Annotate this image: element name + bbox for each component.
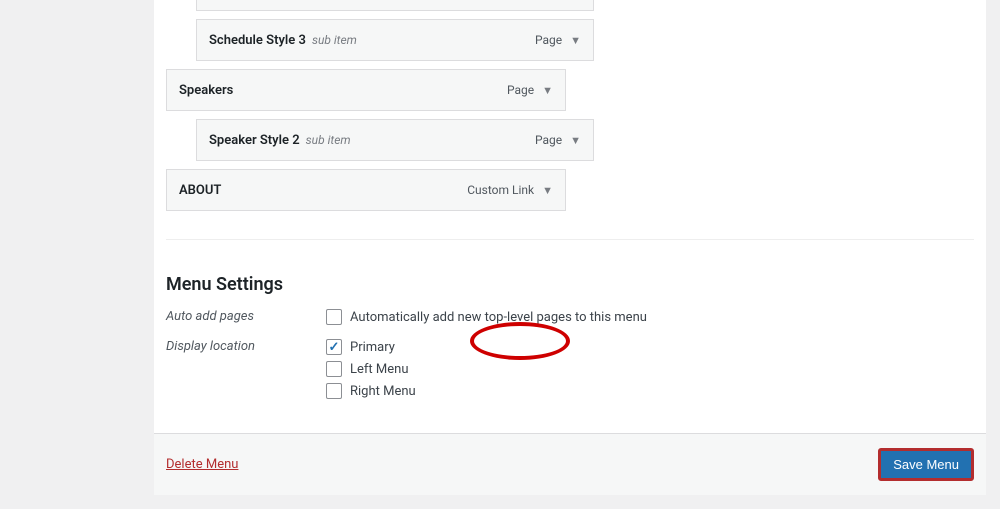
checkbox-icon[interactable] [326, 339, 342, 355]
menu-settings-heading: Menu Settings [166, 274, 974, 295]
menu-item-type: Custom Link [467, 183, 534, 197]
caret-down-icon[interactable]: ▼ [570, 134, 581, 147]
menu-item-type-group: Page ▼ [535, 133, 581, 147]
menu-item[interactable]: Speaker Style 2 sub item Page ▼ [196, 119, 594, 161]
caret-down-icon[interactable]: ▼ [542, 84, 553, 97]
checkbox-left-menu[interactable]: Left Menu [326, 361, 974, 377]
menu-item[interactable]: ABOUT Custom Link ▼ [166, 169, 566, 211]
checkbox-icon[interactable] [326, 309, 342, 325]
menu-item-title: Schedule Style 3 [209, 33, 306, 48]
setting-label: Auto add pages [166, 309, 326, 324]
menu-item-type: Page [507, 83, 534, 97]
menu-settings-section: Menu Settings Auto add pages Automatical… [154, 256, 986, 433]
menu-item-type-group: Custom Link ▼ [467, 183, 553, 197]
menu-item[interactable]: Speakers Page ▼ [166, 69, 566, 111]
checkbox-icon[interactable] [326, 361, 342, 377]
delete-menu-link[interactable]: Delete Menu [166, 457, 238, 472]
menu-items-area: Schedule Style 3 sub item Page ▼ Speaker… [154, 0, 986, 256]
menu-item-type: Page [535, 133, 562, 147]
caret-down-icon[interactable]: ▼ [570, 34, 581, 47]
menu-item-title: Speakers [179, 83, 233, 98]
checkbox-right-menu[interactable]: Right Menu [326, 383, 974, 399]
checkbox-icon[interactable] [326, 383, 342, 399]
menu-item-sub: sub item [306, 133, 351, 147]
caret-down-icon[interactable]: ▼ [542, 184, 553, 197]
menu-item-title: ABOUT [179, 183, 221, 198]
setting-row-auto-add: Auto add pages Automatically add new top… [166, 309, 974, 331]
menu-footer: Delete Menu Save Menu [154, 433, 986, 495]
setting-options: Automatically add new top-level pages to… [326, 309, 974, 331]
checkbox-label: Primary [350, 340, 395, 355]
checkbox-auto-add[interactable]: Automatically add new top-level pages to… [326, 309, 974, 325]
menu-item[interactable]: Schedule Style 3 sub item Page ▼ [196, 19, 594, 61]
checkbox-label: Right Menu [350, 384, 416, 399]
menu-item-type: Page [535, 33, 562, 47]
checkbox-label: Left Menu [350, 362, 408, 377]
menu-item-title: Speaker Style 2 [209, 133, 300, 148]
menu-item-type-group: Page ▼ [535, 33, 581, 47]
checkbox-primary[interactable]: Primary [326, 339, 974, 355]
divider [166, 239, 974, 240]
menu-item-sub: sub item [312, 33, 357, 47]
menu-item-clipped[interactable] [196, 0, 594, 11]
setting-options: Primary Left Menu Right Menu [326, 339, 974, 405]
checkbox-label: Automatically add new top-level pages to… [350, 310, 647, 325]
menu-item-type-group: Page ▼ [507, 83, 553, 97]
menu-editor-panel: Schedule Style 3 sub item Page ▼ Speaker… [154, 0, 986, 495]
setting-label: Display location [166, 339, 326, 354]
setting-row-display-location: Display location Primary Left Menu Right… [166, 339, 974, 405]
save-menu-button[interactable]: Save Menu [878, 448, 974, 481]
